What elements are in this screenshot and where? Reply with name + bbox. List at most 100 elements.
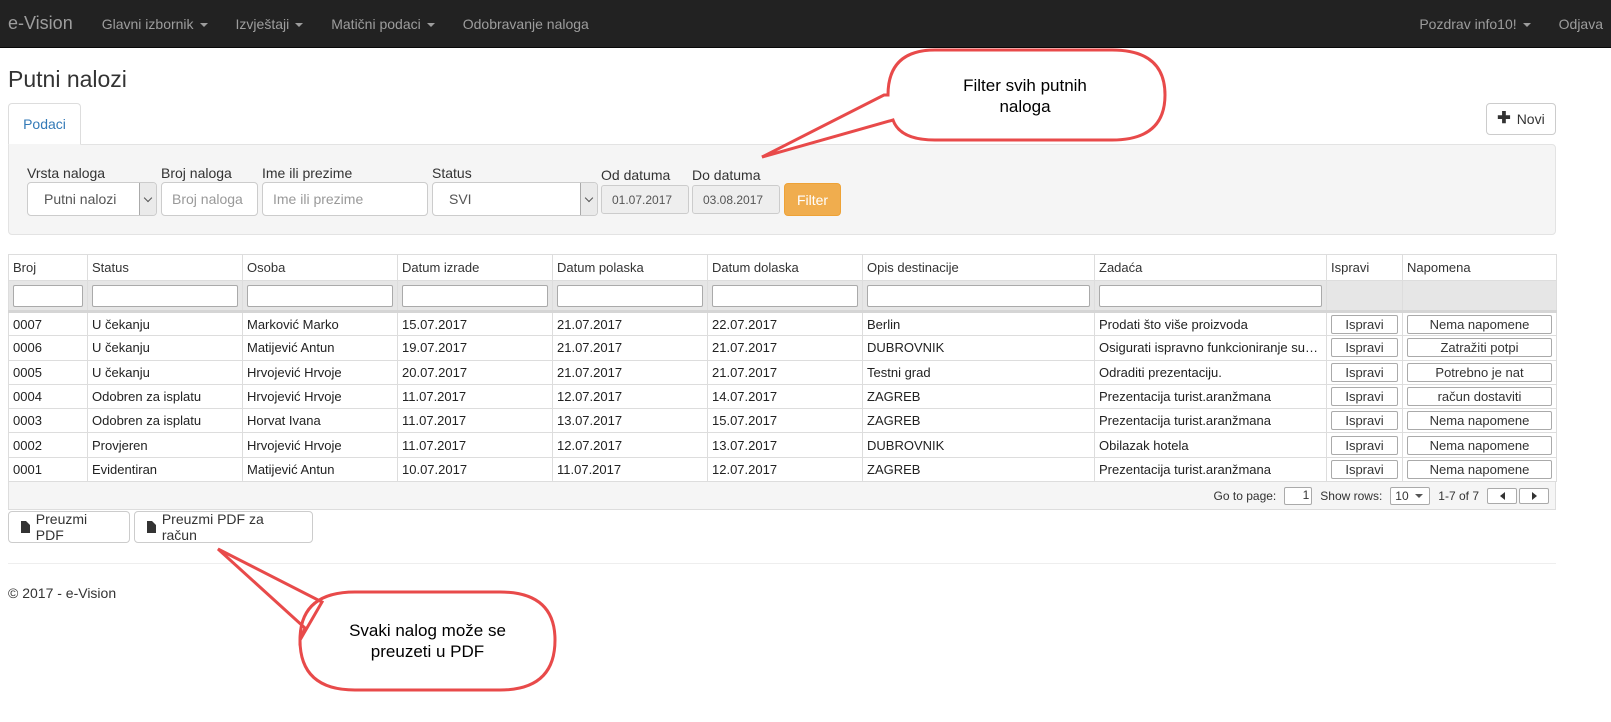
cell-ispravi: Ispravi <box>1326 456 1403 483</box>
cell-zadaca: Osigurati ispravno funkcioniranje sust… <box>1094 335 1327 361</box>
cell-status: Provjeren <box>87 432 243 458</box>
menu-glavni-izbornik[interactable]: Glavni izbornik <box>88 16 222 32</box>
col-datum-izrade[interactable]: Datum izrade <box>397 254 553 281</box>
napomena-button[interactable]: Potrebno je nat <box>1407 362 1552 382</box>
napomena-button[interactable]: Nema napomene <box>1407 411 1552 431</box>
goto-page-label: Go to page: <box>1213 488 1277 503</box>
ispravi-button[interactable]: Ispravi <box>1331 459 1398 479</box>
vrsta-select[interactable]: Putni nalozi <box>27 182 157 216</box>
cell-dolazak: 14.07.2017 <box>707 383 863 410</box>
napomena-button[interactable]: Zatražiti potpi <box>1407 338 1552 358</box>
next-page-button[interactable] <box>1519 487 1549 504</box>
col-datum-polaska[interactable]: Datum polaska <box>552 254 708 281</box>
logout-link[interactable]: Odjava <box>1545 16 1611 32</box>
cell-dolazak: 13.07.2017 <box>707 432 863 458</box>
show-rows-select[interactable]: 10 <box>1390 486 1431 505</box>
broj-input[interactable] <box>161 182 258 216</box>
ispravi-button[interactable]: Ispravi <box>1331 338 1398 358</box>
user-menu[interactable]: Pozdrav info10! <box>1405 16 1544 32</box>
prev-page-button[interactable] <box>1487 487 1517 504</box>
do-datuma-field[interactable]: 03.08.2017 <box>692 185 780 214</box>
ispravi-button[interactable]: Ispravi <box>1331 435 1398 455</box>
filter-cell <box>862 280 1095 313</box>
menu-izvjestaji[interactable]: Izvještaji <box>222 16 318 32</box>
new-button[interactable]: ✚ Novi <box>1486 103 1556 135</box>
table-row[interactable]: 0003 Odobren za isplatu Horvat Ivana 11.07.… <box>8 408 1557 434</box>
col-osoba[interactable]: Osoba <box>242 254 398 281</box>
filter-button[interactable]: Filter <box>784 183 841 216</box>
cell-polazak: 21.07.2017 <box>552 335 708 361</box>
filter-cell <box>242 280 398 313</box>
cell-osoba: Marković Marko <box>242 310 398 337</box>
napomena-button[interactable]: Nema napomene <box>1407 459 1552 479</box>
cell-dolazak: 22.07.2017 <box>707 310 863 337</box>
od-datuma-field[interactable]: 01.07.2017 <box>601 185 689 214</box>
cell-zadaca: Prodati što više proizvoda <box>1094 310 1327 337</box>
top-navbar: e-Vision Glavni izbornik Izvještaji Mati… <box>0 0 1611 48</box>
filter-dolazak-input[interactable] <box>712 284 858 307</box>
napomena-button[interactable]: Nema napomene <box>1407 435 1552 455</box>
download-pdf-button[interactable]: Preuzmi PDF <box>8 511 130 543</box>
goto-page-input[interactable]: 1 <box>1284 486 1313 505</box>
download-pdf-racun-button[interactable]: Preuzmi PDF za račun <box>134 511 313 543</box>
cell-izrada: 20.07.2017 <box>397 359 553 385</box>
user-greeting: Pozdrav info10! <box>1419 15 1517 32</box>
ispravi-button[interactable]: Ispravi <box>1331 362 1398 382</box>
status-value: SVI <box>449 191 472 207</box>
cell-izrada: 11.07.2017 <box>397 432 553 458</box>
filter-polazak-input[interactable] <box>557 284 703 307</box>
filter-cell <box>397 280 553 313</box>
grid-pager: Go to page: 1 Show rows: 10 1-7 of 7 <box>8 482 1556 511</box>
ime-label: Ime ili prezime <box>262 165 353 181</box>
filter-osoba-input[interactable] <box>247 284 393 307</box>
table-row[interactable]: 0001 Evidentiran Matijević Antun 10.07.2017… <box>8 456 1557 483</box>
status-select[interactable]: SVI <box>432 182 598 216</box>
col-ispravi: Ispravi <box>1326 254 1403 281</box>
filter-cell <box>1094 280 1327 313</box>
filter-cell-empty <box>1326 280 1403 313</box>
col-opis-destinacije[interactable]: Opis destinacije <box>862 254 1095 281</box>
footer-divider <box>8 563 1556 564</box>
cell-izrada: 11.07.2017 <box>397 383 553 410</box>
cell-destinacija: Testni grad <box>862 359 1095 385</box>
brand-logo[interactable]: e-Vision <box>0 13 88 34</box>
filter-zadaca-input[interactable] <box>1099 284 1322 307</box>
col-broj[interactable]: Broj <box>8 254 88 281</box>
table-row[interactable]: 0007 U čekanju Marković Marko 15.07.2017 21.… <box>8 310 1557 337</box>
cell-izrada: 19.07.2017 <box>397 335 553 361</box>
rows-value: 10 <box>1395 488 1409 503</box>
menu-maticni-podaci[interactable]: Matični podaci <box>317 16 449 32</box>
cell-broj: 0005 <box>8 359 88 385</box>
filter-status-input[interactable] <box>92 284 238 307</box>
cell-dolazak: 21.07.2017 <box>707 335 863 361</box>
table-row[interactable]: 0004 Odobren za isplatu Hrvojević Hrvoje 11… <box>8 383 1557 410</box>
cell-status: U čekanju <box>87 335 243 361</box>
col-status[interactable]: Status <box>87 254 243 281</box>
filter-panel: Vrsta naloga Putni nalozi Broj naloga Im… <box>8 144 1556 235</box>
table-row[interactable]: 0006 U čekanju Matijević Antun 19.07.2017 21… <box>8 335 1557 361</box>
napomena-button[interactable]: račun dostaviti <box>1407 387 1552 407</box>
cell-izrada: 10.07.2017 <box>397 456 553 483</box>
filter-broj-input[interactable] <box>13 284 83 307</box>
col-zadaca[interactable]: Zadaća <box>1094 254 1327 281</box>
nalozi-grid: Broj Status Osoba Datum izrade Datum pol… <box>8 254 1557 511</box>
cell-napomena: račun dostaviti <box>1402 383 1557 410</box>
navbar-right: Pozdrav info10! Odjava <box>1405 16 1611 32</box>
filter-destinacija-input[interactable] <box>867 284 1090 307</box>
ime-input[interactable] <box>262 182 428 216</box>
caret-down-icon <box>426 22 435 27</box>
ispravi-button[interactable]: Ispravi <box>1331 411 1398 431</box>
ispravi-button[interactable]: Ispravi <box>1331 387 1398 407</box>
col-datum-dolaska[interactable]: Datum dolaska <box>707 254 863 281</box>
ispravi-button[interactable]: Ispravi <box>1331 314 1398 334</box>
table-row[interactable]: 0002 Provjeren Hrvojević Hrvoje 11.07.2017 1… <box>8 432 1557 458</box>
cell-ispravi: Ispravi <box>1326 310 1403 337</box>
menu-odobravanje-naloga[interactable]: Odobravanje naloga <box>449 16 603 32</box>
file-icon <box>147 521 156 533</box>
napomena-button[interactable]: Nema napomene <box>1407 314 1552 334</box>
page-range: 1-7 of 7 <box>1438 488 1479 503</box>
cell-polazak: 12.07.2017 <box>552 432 708 458</box>
filter-izrada-input[interactable] <box>402 284 548 307</box>
table-row[interactable]: 0005 U čekanju Hrvojević Hrvoje 20.07.2017 2… <box>8 359 1557 385</box>
tab-podaci[interactable]: Podaci <box>8 103 81 145</box>
